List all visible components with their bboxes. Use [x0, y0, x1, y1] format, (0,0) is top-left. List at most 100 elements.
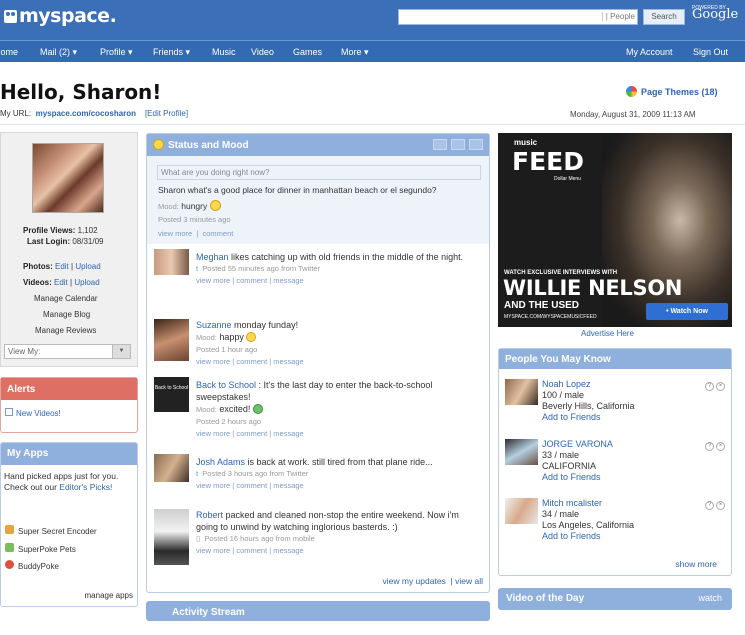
nav-music[interactable]: Music: [212, 47, 236, 57]
app-superpoke-pets[interactable]: SuperPoke Pets: [5, 543, 76, 554]
photos-edit-link[interactable]: Edit: [55, 262, 69, 271]
videos-upload-link[interactable]: Upload: [74, 278, 99, 287]
add-to-friends-link[interactable]: Add to Friends: [542, 412, 601, 422]
manage-reviews-link[interactable]: Manage Reviews: [35, 326, 96, 335]
myspace-logo[interactable]: myspace.: [4, 5, 117, 27]
page-themes-link[interactable]: Page Themes (18): [626, 86, 718, 97]
status-input[interactable]: What are you doing right now?: [157, 165, 481, 180]
ad-banner[interactable]: music FEED Dollar Menu WATCH EXCLUSIVE I…: [498, 133, 732, 327]
photos-upload-link[interactable]: Upload: [75, 262, 100, 271]
view-my-updates-link[interactable]: view my updates: [383, 576, 446, 586]
ad-watch-now-button[interactable]: • Watch Now: [646, 303, 728, 320]
close-icon[interactable]: [469, 139, 483, 150]
avatar[interactable]: [505, 439, 538, 465]
manage-calendar-link[interactable]: Manage Calendar: [34, 294, 98, 303]
apps-blurb: Hand picked apps just for you. Check out…: [4, 471, 119, 492]
nav-mail[interactable]: Mail (2) ▾: [40, 47, 77, 58]
feed-message[interactable]: message: [273, 429, 303, 438]
feed-user-link[interactable]: Suzanne: [196, 320, 232, 330]
add-to-friends-link[interactable]: Add to Friends: [542, 472, 601, 482]
last-login: Last Login: 08/31/09: [27, 237, 104, 246]
feed-message[interactable]: message: [273, 481, 303, 490]
dismiss-icon[interactable]: ×: [716, 442, 725, 451]
new-videos-alert[interactable]: New Videos!: [1, 400, 137, 426]
manage-apps-link[interactable]: manage apps: [85, 591, 133, 600]
feed-view-more[interactable]: view more: [196, 481, 230, 490]
hungry-face-icon: [209, 200, 221, 211]
avatar[interactable]: [154, 509, 189, 565]
minimize-icon[interactable]: [433, 139, 447, 150]
status-view-more[interactable]: view more: [158, 229, 192, 238]
profile-views: Profile Views: 1,102: [23, 226, 98, 235]
search-button[interactable]: Search: [643, 9, 685, 25]
feed-view-more[interactable]: view more: [196, 429, 230, 438]
editors-picks-link[interactable]: Editor's Picks!: [59, 482, 112, 492]
nav-sign-out[interactable]: Sign Out: [693, 47, 728, 57]
feed-message[interactable]: message: [273, 357, 303, 366]
advertise-here-link[interactable]: Advertise Here: [581, 329, 634, 338]
feed-comment[interactable]: comment: [236, 429, 267, 438]
profile-photo[interactable]: [32, 143, 104, 213]
collapse-icon[interactable]: [451, 139, 465, 150]
people-you-may-know-box: People You May Know Noah Lopez 100 / male…: [498, 348, 732, 576]
nav-more[interactable]: More ▾: [341, 47, 369, 58]
feed-view-more[interactable]: view more: [196, 357, 230, 366]
help-icon[interactable]: ?: [705, 501, 714, 510]
nav-video[interactable]: Video: [251, 47, 274, 57]
feed-user-link[interactable]: Back to School: [196, 380, 256, 390]
dismiss-icon[interactable]: ×: [716, 501, 725, 510]
activity-stream-header[interactable]: Activity Stream: [146, 601, 490, 621]
excited-face-icon: [252, 404, 263, 414]
avatar[interactable]: [154, 319, 189, 361]
status-actions: view more | comment: [158, 229, 234, 238]
ad-and: AND THE USED: [504, 300, 580, 311]
avatar[interactable]: [154, 454, 189, 482]
my-apps-title: My Apps: [1, 443, 137, 465]
feed-user-link[interactable]: Meghan: [196, 252, 229, 262]
feed-user-link[interactable]: Robert: [196, 510, 223, 520]
feed-comment[interactable]: comment: [236, 276, 267, 285]
search-scope-select[interactable]: | People: [601, 12, 635, 21]
avatar[interactable]: [505, 379, 538, 405]
manage-blog-link[interactable]: Manage Blog: [43, 310, 90, 319]
nav-games[interactable]: Games: [293, 47, 322, 57]
help-icon[interactable]: ?: [705, 442, 714, 451]
status-comment[interactable]: comment: [202, 229, 233, 238]
feed-comment[interactable]: comment: [236, 481, 267, 490]
my-url-link[interactable]: myspace.com/cocosharon: [36, 109, 136, 118]
video-watch-link[interactable]: watch: [698, 593, 722, 603]
feed-user-link[interactable]: Josh Adams: [196, 457, 245, 467]
feed-message[interactable]: message: [273, 546, 303, 555]
dismiss-icon[interactable]: ×: [716, 382, 725, 391]
feed-view-more[interactable]: view more: [196, 546, 230, 555]
nav-profile[interactable]: Profile ▾: [100, 47, 133, 58]
feed-comment[interactable]: comment: [236, 357, 267, 366]
powered-by-google: POWERED BY Google: [692, 5, 739, 22]
edit-profile-link[interactable]: [Edit Profile]: [145, 109, 188, 118]
person-name-link[interactable]: JORGE VARONA: [542, 439, 613, 449]
ad-brand: music: [514, 138, 538, 147]
view-all-link[interactable]: | view all: [451, 576, 483, 586]
add-to-friends-link[interactable]: Add to Friends: [542, 531, 601, 541]
help-icon[interactable]: ?: [705, 382, 714, 391]
nav-friends[interactable]: Friends ▾: [153, 47, 190, 58]
feed-view-more[interactable]: view more: [196, 276, 230, 285]
buddypoke-icon: [5, 560, 14, 569]
show-more-link[interactable]: show more: [675, 559, 717, 569]
avatar[interactable]: [154, 249, 189, 275]
twitter-icon: t: [196, 469, 199, 478]
feed-comment[interactable]: comment: [236, 546, 267, 555]
avatar[interactable]: [505, 498, 538, 524]
avatar[interactable]: Back to School: [154, 377, 189, 412]
current-status: Sharon what's a good place for dinner in…: [158, 185, 437, 195]
feed-message[interactable]: message: [273, 276, 303, 285]
app-buddypoke[interactable]: BuddyPoke: [5, 560, 59, 571]
person-name-link[interactable]: Mitch mcalister: [542, 498, 602, 508]
app-super-secret-encoder[interactable]: Super Secret Encoder: [5, 525, 97, 536]
videos-edit-link[interactable]: Edit: [54, 278, 68, 287]
person-name-link[interactable]: Noah Lopez: [542, 379, 591, 389]
view-my-select[interactable]: View My: ▼: [4, 344, 131, 359]
search-input[interactable]: | People: [398, 9, 638, 25]
nav-my-account[interactable]: My Account: [626, 47, 673, 57]
nav-home[interactable]: Home: [0, 47, 18, 57]
